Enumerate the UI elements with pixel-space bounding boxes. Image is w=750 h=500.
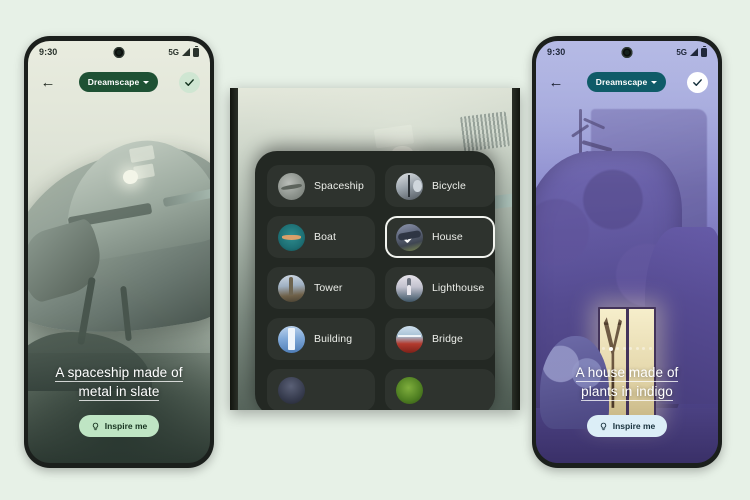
phone-bezel-left-edge [230, 88, 238, 410]
page-dot[interactable] [635, 346, 639, 350]
page-dot[interactable] [615, 346, 620, 350]
inspire-me-button-right[interactable]: Inspire me [586, 415, 668, 437]
status-time: 9:30 [39, 47, 58, 57]
option-thumbnail-icon [395, 172, 423, 200]
front-camera-punch-hole [113, 47, 125, 58]
option-thumbnail-icon [395, 223, 423, 251]
option-label: Boat [314, 231, 336, 243]
battery-icon [701, 45, 707, 57]
phone-left: 9:30 5G ← Dreamscape A spaceship made of… [24, 36, 214, 468]
dreamscape-chip-label: Dreamscape [595, 77, 648, 87]
signal-bars-icon [182, 48, 190, 56]
inspire-me-label: Inspire me [104, 421, 148, 431]
caption-line-2: metal in slate [78, 383, 160, 401]
network-label: 5G [676, 47, 687, 57]
option-label: Building [314, 333, 353, 345]
check-icon [693, 78, 702, 86]
option-thumbnail-icon [278, 325, 305, 353]
phone-right-screen: 9:30 5G ← Dreamscape A house made of pla… [536, 41, 718, 463]
page-dot[interactable] [622, 346, 626, 350]
option-thumbnail-icon [278, 172, 305, 200]
option-item-bicycle[interactable]: Bicycle [384, 165, 495, 207]
page-dot[interactable] [648, 346, 653, 350]
option-thumbnail-icon [278, 223, 305, 251]
option-item-spaceship[interactable]: Spaceship [267, 165, 375, 207]
network-label: 5G [168, 47, 179, 57]
chevron-down-icon [143, 81, 150, 84]
caption-area-right: A house made of plants in indigo Inspire… [536, 307, 718, 463]
option-thumbnail-icon [395, 376, 423, 404]
option-thumbnail-icon [278, 376, 305, 404]
option-label: Tower [314, 282, 343, 294]
ship-grille-shape [460, 111, 511, 152]
dreamscape-chip-label: Dreamscape [87, 77, 140, 87]
status-time: 9:30 [547, 47, 566, 57]
option-label: Spaceship [314, 180, 364, 192]
signal-bars-icon [690, 48, 698, 56]
prompt-caption-left: A spaceship made of metal in slate [39, 363, 198, 401]
app-bar-left: ← Dreamscape [28, 67, 210, 97]
confirm-button-left[interactable] [179, 71, 200, 93]
dreamscape-chip-left[interactable]: Dreamscape [78, 72, 159, 92]
dreamscape-chip-right[interactable]: Dreamscape [586, 72, 667, 92]
option-item-partial[interactable] [267, 369, 375, 410]
option-item-partial[interactable] [384, 369, 495, 410]
confirm-button-right[interactable] [687, 71, 708, 93]
prompt-caption-right: A house made of plants in indigo [560, 363, 695, 401]
option-item-lighthouse[interactable]: Lighthouse [384, 267, 495, 309]
back-arrow-icon[interactable]: ← [38, 72, 58, 92]
caption-line-2: plants in indigo [581, 383, 673, 401]
page-dot[interactable] [642, 346, 646, 350]
caption-line-1: A spaceship made of [55, 364, 183, 382]
status-icons: 5G [676, 45, 707, 57]
option-label: House [431, 231, 463, 243]
caption-line-1: A house made of [575, 364, 679, 382]
option-item-house[interactable]: House [384, 216, 495, 258]
options-grid: Spaceship Bicycle Boat House Tower Lighthouse… [267, 165, 495, 410]
phone-bezel-right-edge [512, 88, 520, 410]
inspire-me-button-left[interactable]: Inspire me [78, 415, 160, 437]
option-label: Bicycle [431, 180, 466, 192]
option-label: Lighthouse [431, 282, 485, 294]
option-thumbnail-icon [278, 274, 305, 302]
option-item-boat[interactable]: Boat [267, 216, 375, 258]
page-dot[interactable] [608, 346, 613, 351]
front-camera-punch-hole [621, 47, 633, 58]
app-bar-right: ← Dreamscape [536, 67, 718, 97]
subject-picker-panel: Spaceship Bicycle Boat House Tower Lighthouse… [230, 88, 520, 410]
page-indicator-dots[interactable] [601, 346, 653, 351]
option-thumbnail-icon [395, 274, 423, 302]
page-dot[interactable] [601, 346, 606, 350]
screenshot-stage: 9:30 5G ← Dreamscape A spaceship made of… [0, 0, 750, 500]
page-dot[interactable] [629, 346, 633, 350]
back-arrow-icon[interactable]: ← [546, 72, 566, 92]
option-thumbnail-icon [395, 325, 423, 353]
caption-area-left: A spaceship made of metal in slate Inspi… [28, 307, 210, 463]
option-item-tower[interactable]: Tower [267, 267, 375, 309]
option-item-bridge[interactable]: Bridge [384, 318, 495, 360]
check-icon [185, 78, 194, 86]
options-bottom-sheet: Spaceship Bicycle Boat House Tower Lighthouse… [255, 151, 495, 410]
battery-icon [193, 45, 199, 57]
chevron-down-icon [651, 81, 658, 84]
inspire-me-label: Inspire me [612, 421, 656, 431]
status-icons: 5G [168, 45, 199, 57]
phone-right: 9:30 5G ← Dreamscape A house made of pla… [532, 36, 722, 468]
check-icon [403, 233, 416, 243]
lightbulb-icon [92, 422, 98, 430]
option-label: Bridge [431, 333, 463, 345]
lightbulb-icon [600, 422, 606, 430]
phone-left-screen: 9:30 5G ← Dreamscape A spaceship made of… [28, 41, 210, 463]
option-item-building[interactable]: Building [267, 318, 375, 360]
